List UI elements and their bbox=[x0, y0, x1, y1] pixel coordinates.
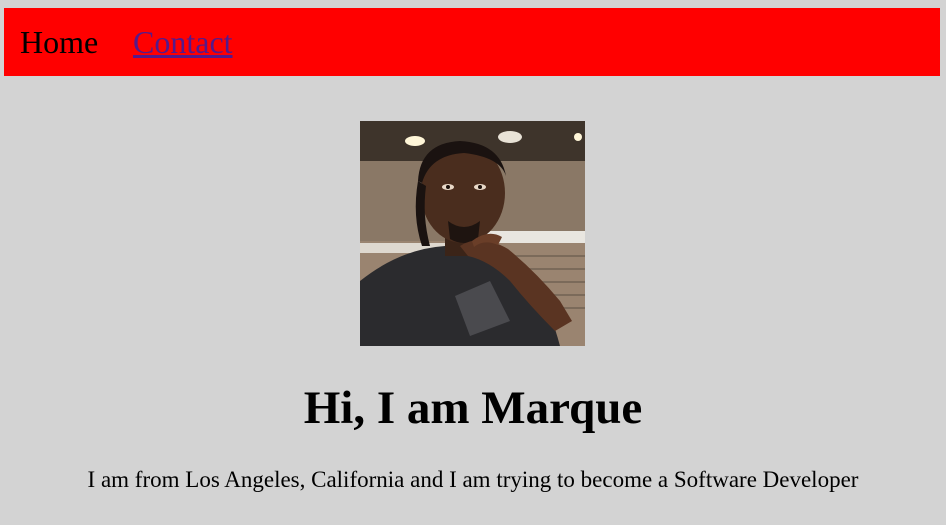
profile-photo bbox=[360, 121, 585, 346]
top-navbar: Home Contact bbox=[4, 8, 940, 76]
nav-home-link[interactable]: Home bbox=[20, 24, 98, 60]
page-heading: Hi, I am Marque bbox=[303, 382, 643, 434]
bio-text: I am from Los Angeles, California and I … bbox=[87, 467, 859, 492]
nav-contact-link[interactable]: Contact bbox=[133, 24, 233, 60]
page: Home Contact Hi, I am Marque I am from L… bbox=[0, 0, 946, 525]
